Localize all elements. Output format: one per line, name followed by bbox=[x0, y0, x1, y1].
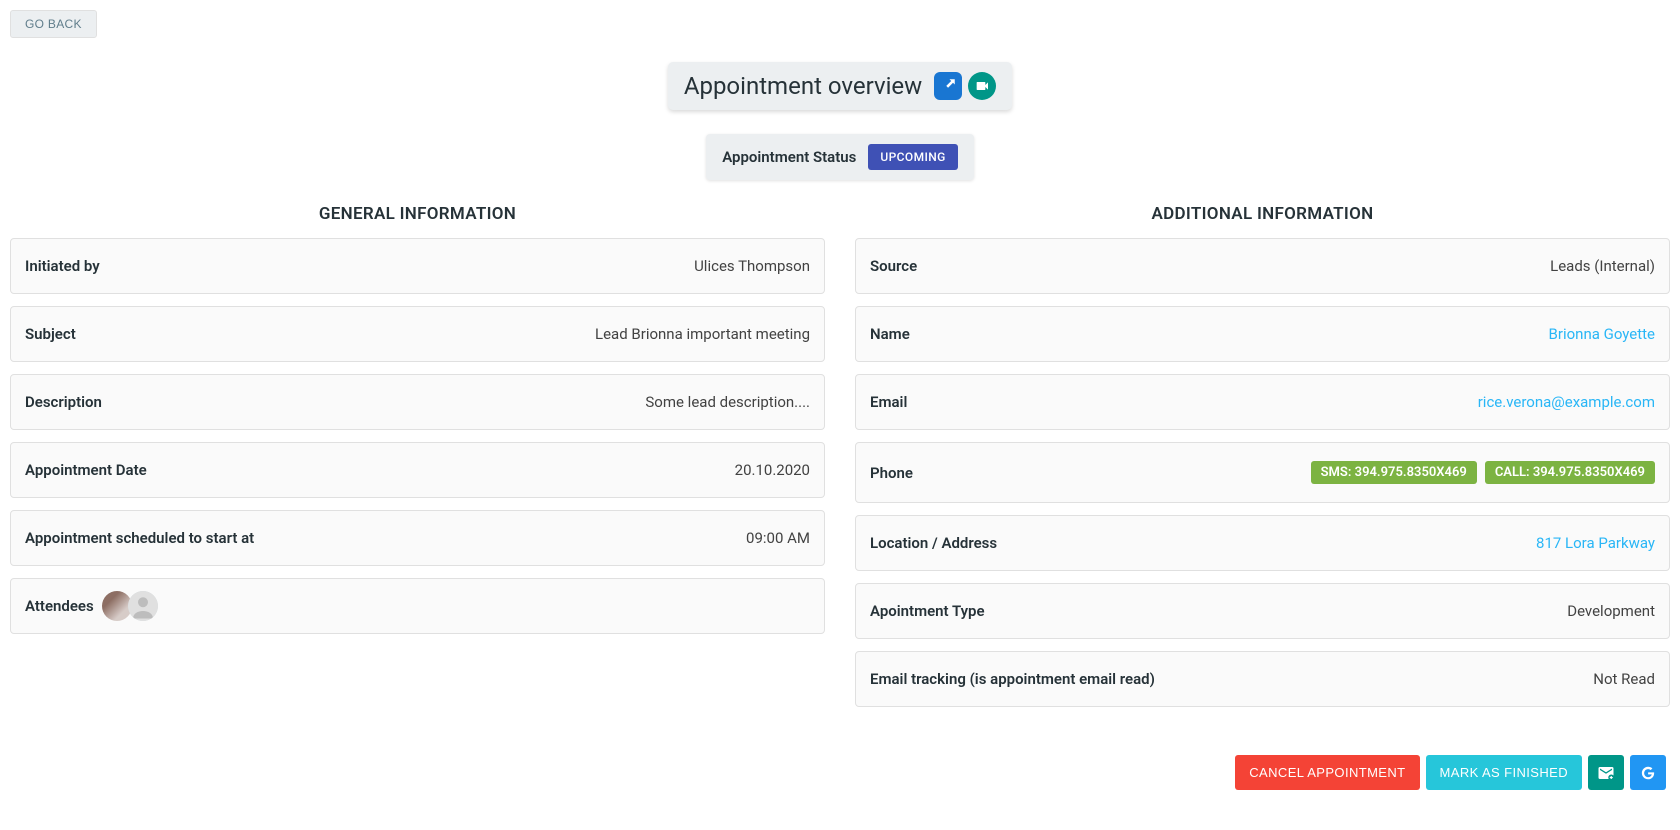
row-label: Attendees bbox=[25, 597, 94, 615]
additional-information-column: ADDITIONAL INFORMATION Source Leads (Int… bbox=[855, 204, 1670, 719]
google-button[interactable] bbox=[1630, 755, 1666, 790]
name-link[interactable]: Brionna Goyette bbox=[1549, 325, 1655, 343]
row-label: Phone bbox=[870, 464, 913, 482]
row-subject: Subject Lead Brionna important meeting bbox=[10, 306, 825, 362]
row-label: Subject bbox=[25, 325, 76, 343]
page-title: Appointment overview bbox=[684, 72, 922, 100]
video-call-icon[interactable] bbox=[968, 72, 996, 100]
row-label: Location / Address bbox=[870, 534, 997, 552]
row-name: Name Brionna Goyette bbox=[855, 306, 1670, 362]
row-label: Appointment Date bbox=[25, 461, 147, 479]
row-value: Some lead description.... bbox=[645, 393, 810, 411]
status-badge: UPCOMING bbox=[868, 144, 957, 170]
location-link[interactable]: 817 Lora Parkway bbox=[1536, 534, 1655, 552]
row-initiated-by: Initiated by Ulices Thompson bbox=[10, 238, 825, 294]
row-value: Not Read bbox=[1593, 670, 1655, 688]
status-label: Appointment Status bbox=[722, 148, 856, 166]
row-appointment-type: Apointment Type Development bbox=[855, 583, 1670, 639]
row-label: Appointment scheduled to start at bbox=[25, 529, 254, 547]
row-label: Email bbox=[870, 393, 907, 411]
row-source: Source Leads (Internal) bbox=[855, 238, 1670, 294]
status-card: Appointment Status UPCOMING bbox=[706, 134, 974, 180]
row-phone: Phone SMS: 394.975.8350X469 CALL: 394.97… bbox=[855, 442, 1670, 503]
call-button[interactable]: CALL: 394.975.8350X469 bbox=[1485, 461, 1655, 484]
title-card: Appointment overview bbox=[668, 62, 1012, 110]
attendee-avatar-placeholder[interactable] bbox=[128, 591, 158, 621]
row-label: Email tracking (is appointment email rea… bbox=[870, 670, 1155, 688]
row-value: 20.10.2020 bbox=[735, 461, 810, 479]
email-link[interactable]: rice.verona@example.com bbox=[1478, 393, 1655, 411]
open-external-icon[interactable] bbox=[934, 72, 962, 100]
row-label: Description bbox=[25, 393, 102, 411]
row-attendees: Attendees bbox=[10, 578, 825, 634]
general-information-column: GENERAL INFORMATION Initiated by Ulices … bbox=[10, 204, 825, 646]
row-description: Description Some lead description.... bbox=[10, 374, 825, 430]
mail-icon bbox=[1597, 764, 1615, 782]
sms-button[interactable]: SMS: 394.975.8350X469 bbox=[1311, 461, 1477, 484]
row-value: Ulices Thompson bbox=[694, 257, 810, 275]
row-email-tracking: Email tracking (is appointment email rea… bbox=[855, 651, 1670, 707]
row-label: Name bbox=[870, 325, 910, 343]
row-value: Leads (Internal) bbox=[1550, 257, 1655, 275]
row-label: Initiated by bbox=[25, 257, 100, 275]
row-value: 09:00 AM bbox=[746, 529, 810, 547]
row-start-time: Appointment scheduled to start at 09:00 … bbox=[10, 510, 825, 566]
general-heading: GENERAL INFORMATION bbox=[10, 204, 825, 224]
row-value: Development bbox=[1567, 602, 1655, 620]
cancel-appointment-button[interactable]: CANCEL APPOINTMENT bbox=[1235, 755, 1419, 790]
go-back-button[interactable]: GO BACK bbox=[10, 10, 97, 38]
mark-as-finished-button[interactable]: MARK AS FINISHED bbox=[1426, 755, 1582, 790]
send-email-button[interactable] bbox=[1588, 755, 1624, 790]
row-location: Location / Address 817 Lora Parkway bbox=[855, 515, 1670, 571]
row-label: Apointment Type bbox=[870, 602, 985, 620]
additional-heading: ADDITIONAL INFORMATION bbox=[855, 204, 1670, 224]
action-bar: CANCEL APPOINTMENT MARK AS FINISHED bbox=[10, 755, 1670, 790]
row-label: Source bbox=[870, 257, 917, 275]
row-appointment-date: Appointment Date 20.10.2020 bbox=[10, 442, 825, 498]
row-value: Lead Brionna important meeting bbox=[595, 325, 810, 343]
google-icon bbox=[1640, 765, 1656, 781]
row-email: Email rice.verona@example.com bbox=[855, 374, 1670, 430]
